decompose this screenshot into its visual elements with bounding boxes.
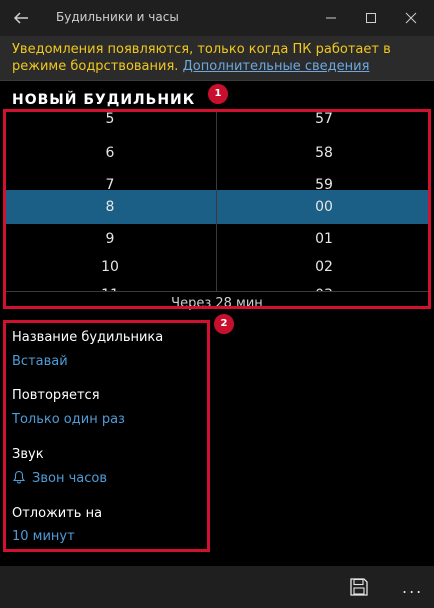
repeat-value[interactable]: Только один раз — [12, 412, 125, 427]
close-icon[interactable] — [400, 8, 422, 28]
more-info-link[interactable]: Дополнительные сведения — [183, 59, 370, 74]
sound-label: Звук — [12, 447, 44, 462]
back-arrow-icon[interactable] — [10, 8, 32, 28]
annotation-box-1 — [3, 109, 431, 309]
title-bar: Будильники и часы — [0, 0, 434, 36]
window-title: Будильники и часы — [56, 10, 179, 24]
alarm-name-value[interactable]: Вставай — [12, 354, 68, 369]
alarm-name-label: Название будильника — [12, 330, 164, 345]
repeat-label: Повторяется — [12, 388, 100, 403]
bell-icon — [12, 470, 26, 484]
annotation-badge-2: 2 — [214, 314, 234, 334]
notice-banner: Уведомления появляются, только когда ПК … — [0, 36, 434, 81]
save-icon[interactable] — [348, 576, 370, 598]
page-title: НОВЫЙ БУДИЛЬНИК — [12, 92, 196, 108]
bottom-app-bar: ... — [0, 566, 434, 608]
annotation-badge-1: 1 — [208, 84, 228, 104]
maximize-icon[interactable] — [360, 8, 382, 28]
sound-value-row[interactable]: Звон часов — [12, 470, 107, 486]
minimize-icon[interactable] — [320, 8, 342, 28]
sound-value: Звон часов — [32, 471, 107, 486]
more-options-button[interactable]: ... — [402, 578, 423, 597]
notice-text-block: Уведомления появляются, только когда ПК … — [12, 41, 422, 75]
snooze-value[interactable]: 10 минут — [12, 529, 75, 544]
snooze-label: Отложить на — [12, 506, 103, 521]
